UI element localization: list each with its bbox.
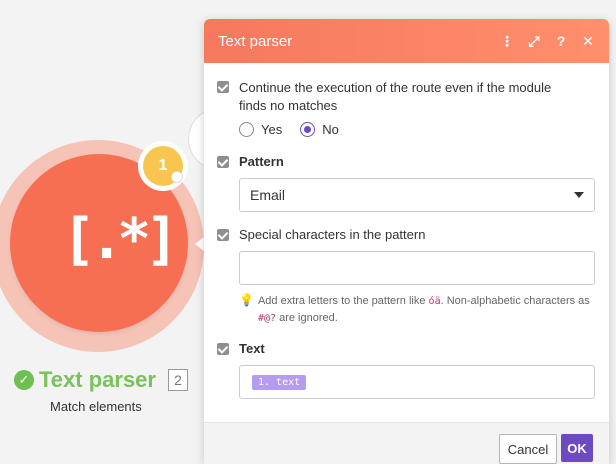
special-chars-input[interactable] [239,251,595,285]
connector-dot[interactable] [171,171,183,183]
continue-field: Continue the execution of the route even… [217,79,595,115]
panel-header: Text parser ⋮ ⤢ ? ✕ [204,19,609,63]
text-field: Text [217,341,595,356]
radio-no[interactable] [300,122,316,137]
pattern-select[interactable]: Email [239,178,595,212]
hint-text-part: . Non-alphabetic characters as [440,295,590,307]
continue-radio-group: Yes No [239,122,595,137]
radio-yes-label[interactable]: Yes [261,122,282,137]
text-input[interactable]: 1. text [239,365,595,399]
pattern-field-toggle[interactable] [217,156,229,168]
help-icon[interactable]: ? [554,33,568,50]
hint-text-part: are ignored. [276,312,338,324]
chevron-down-icon [574,192,584,198]
more-vertical-icon[interactable]: ⋮ [500,33,514,50]
text-label: Text [239,341,265,356]
hint-code-symbols: #@? [257,313,277,324]
panel-footer: Cancel OK [204,422,609,464]
lightbulb-icon: 💡 [239,293,254,307]
cancel-button[interactable]: Cancel [499,434,557,464]
close-icon[interactable]: ✕ [581,33,595,50]
special-chars-hint: 💡 Add extra letters to the pattern like … [239,293,595,327]
module-title-row: ✓ Text parser 2 [14,366,188,394]
pattern-field: Pattern [217,154,595,169]
pattern-select-value: Email [250,187,286,203]
special-chars-field: Special characters in the pattern [217,227,595,242]
module-subtitle: Match elements [50,399,142,414]
ok-button[interactable]: OK [561,434,593,462]
continue-label: Continue the execution of the route even… [239,80,552,113]
mapped-variable-chip[interactable]: 1. text [252,374,307,390]
panel-body: Continue the execution of the route even… [204,79,609,399]
module-settings-panel: Text parser ⋮ ⤢ ? ✕ Continue the executi… [204,19,609,464]
expand-icon[interactable]: ⤢ [527,33,541,50]
module-title[interactable]: Text parser [39,367,156,393]
check-circle-icon: ✓ [14,370,34,390]
hint-code-letters: óä [428,296,441,307]
radio-no-label[interactable]: No [322,122,339,137]
regex-brackets-icon: [.*] [62,207,179,272]
hint-text: Add extra letters to the pattern like óä… [258,293,595,327]
header-actions: ⋮ ⤢ ? ✕ [500,33,595,50]
pattern-label: Pattern [239,154,284,169]
panel-title: Text parser [218,32,293,50]
text-field-toggle[interactable] [217,343,229,355]
special-chars-label: Special characters in the pattern [239,227,426,242]
hint-text-part: Add extra letters to the pattern like [257,295,429,307]
radio-yes[interactable] [239,122,254,137]
special-chars-field-toggle[interactable] [217,229,229,241]
module-index: 2 [167,369,188,391]
continue-field-toggle[interactable] [217,81,229,93]
